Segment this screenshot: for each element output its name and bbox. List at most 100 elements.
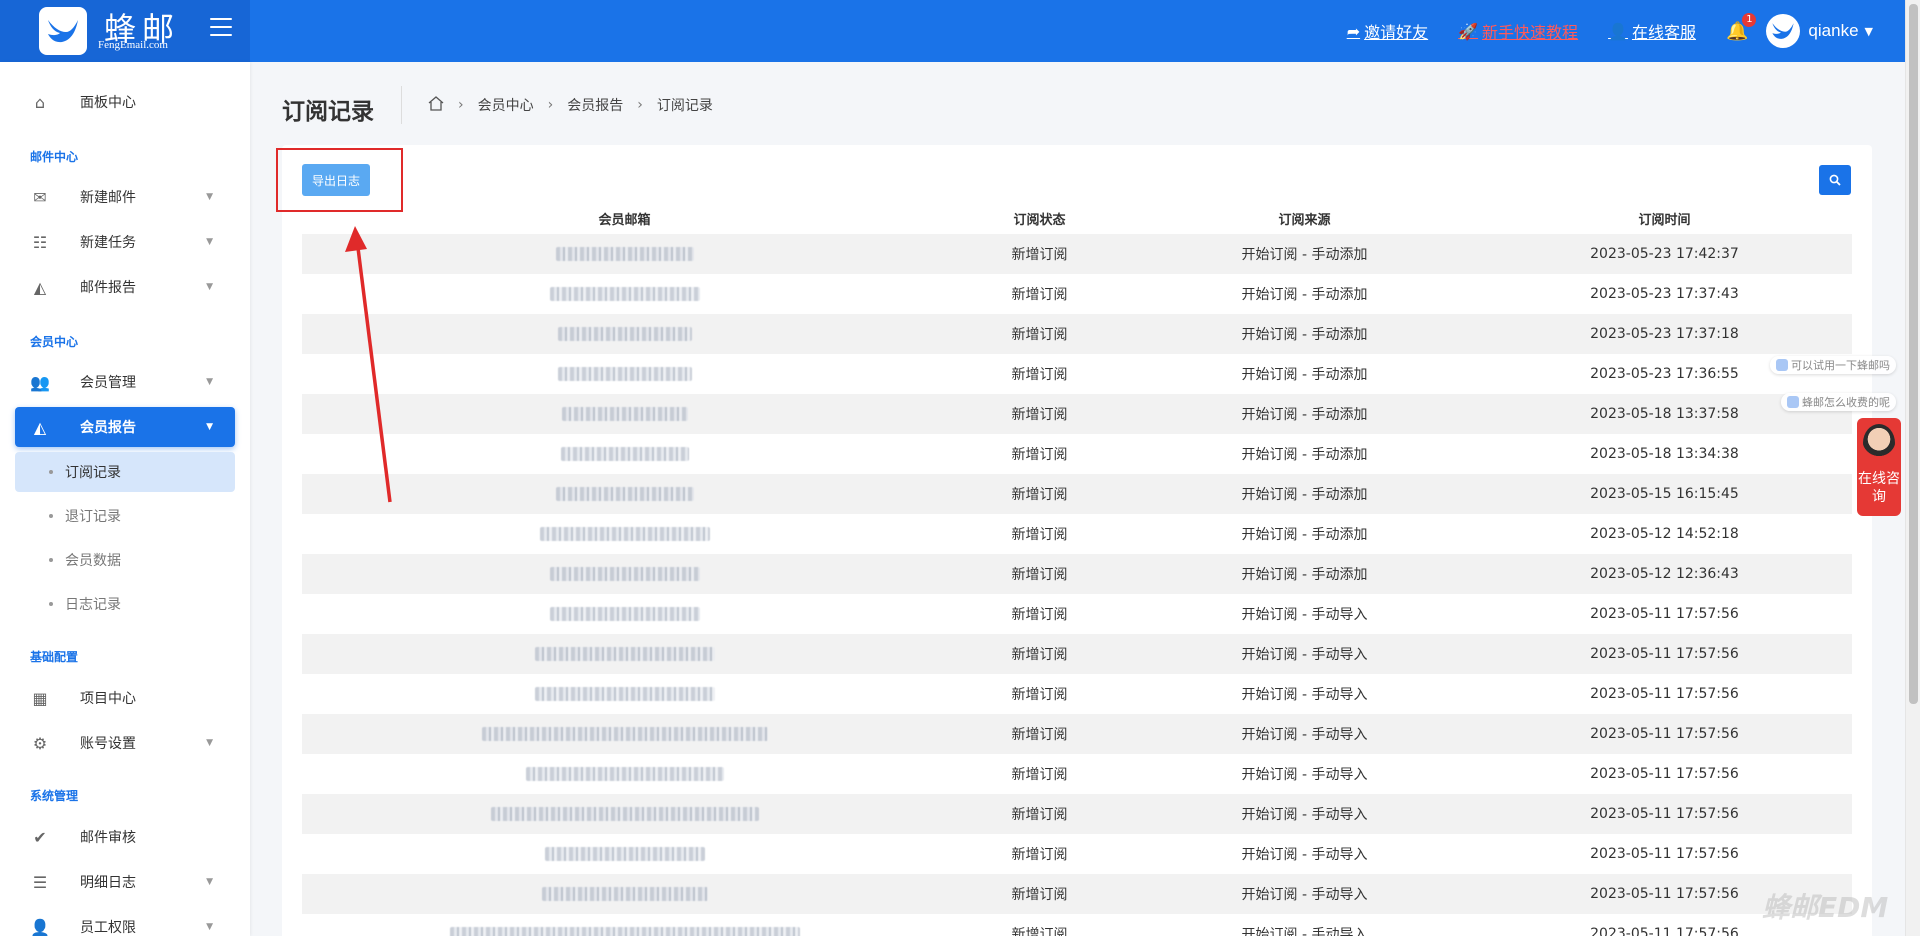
search-icon xyxy=(1829,174,1841,186)
quick-question-pricing[interactable]: 蜂邮怎么收费的呢 xyxy=(1781,393,1896,411)
cell-time: 2023-05-11 17:57:56 xyxy=(1590,806,1739,822)
table-row: 新增订阅 开始订阅 - 手动导入 2023-05-11 17:57:56 xyxy=(302,794,1852,834)
cell-source: 开始订阅 - 手动导入 xyxy=(1241,847,1368,863)
cell-source: 开始订阅 - 手动导入 xyxy=(1241,727,1368,743)
table-row: 新增订阅 开始订阅 - 手动添加 2023-05-23 17:37:18 xyxy=(302,314,1852,354)
subscription-table: 会员邮箱 订阅状态 订阅来源 订阅时间 新增订阅 开始订阅 - 手动添加 2023-… xyxy=(302,202,1852,936)
share-icon: ➦ xyxy=(1346,21,1361,41)
scrollbar-thumb[interactable] xyxy=(1909,4,1918,704)
quick-question-trial[interactable]: 可以试用一下蜂邮吗 xyxy=(1770,356,1896,374)
sidebar-item-member-report[interactable]: ◭ 会员报告 ▼ xyxy=(15,407,235,447)
table-row: 新增订阅 开始订阅 - 手动添加 2023-05-12 14:52:18 xyxy=(302,514,1852,554)
cell-status: 新增订阅 xyxy=(1011,727,1068,743)
section-system-manage: 系统管理 xyxy=(30,789,79,803)
column-header-status[interactable]: 订阅状态 xyxy=(947,209,1132,228)
breadcrumb-item[interactable]: 会员报告 xyxy=(567,95,623,115)
cell-status: 新增订阅 xyxy=(1011,487,1068,503)
list-ul-icon: ☰ xyxy=(32,872,48,892)
sidebar-item-new-mail[interactable]: ✉ 新建邮件 ▼ xyxy=(15,177,235,217)
cell-status: 新增订阅 xyxy=(1011,567,1068,583)
chevron-right-icon: › xyxy=(637,97,643,113)
table-row: 新增订阅 开始订阅 - 手动添加 2023-05-18 13:37:58 xyxy=(302,394,1852,434)
area-chart-icon: ◭ xyxy=(33,417,47,437)
sidebar-item-mail-review[interactable]: ✔ 邮件审核 xyxy=(15,817,235,857)
column-header-time[interactable]: 订阅时间 xyxy=(1477,209,1852,228)
user-icon: 👤 xyxy=(1608,21,1628,41)
double-check-icon: ✔ xyxy=(33,827,47,847)
online-support-link[interactable]: 👤 在线客服 xyxy=(1608,19,1696,43)
redacted-email xyxy=(549,567,700,581)
section-base-config: 基础配置 xyxy=(30,650,79,664)
redacted-email xyxy=(557,327,692,341)
chat-icon xyxy=(1787,396,1799,408)
column-header-source[interactable]: 订阅来源 xyxy=(1132,209,1477,228)
online-consult-widget[interactable]: 在线咨询 xyxy=(1857,418,1901,516)
cell-time: 2023-05-12 12:36:43 xyxy=(1590,566,1739,582)
sidebar-item-member-manage[interactable]: 👥 会员管理 ▼ xyxy=(15,362,235,402)
sidebar-subitem-member-data[interactable]: 会员数据 xyxy=(15,540,235,580)
cell-email xyxy=(302,767,947,781)
cell-email xyxy=(302,487,947,501)
sidebar-item-label: 明细日志 xyxy=(80,875,136,891)
cell-email xyxy=(302,247,947,261)
cell-status: 新增订阅 xyxy=(1011,447,1068,463)
agent-avatar xyxy=(1863,424,1895,462)
cell-email xyxy=(302,287,947,301)
section-member-center: 会员中心 xyxy=(30,335,79,349)
users-icon: 👥 xyxy=(30,372,50,392)
table-row: 新增订阅 开始订阅 - 手动导入 2023-05-11 17:57:56 xyxy=(302,914,1852,936)
caret-down-icon: ▼ xyxy=(206,377,213,387)
invite-friends-link[interactable]: ➦ 邀请好友 xyxy=(1347,19,1428,43)
sidebar-subitem-label: 订阅记录 xyxy=(65,465,121,481)
cell-time: 2023-05-15 16:15:45 xyxy=(1590,486,1739,502)
sidebar-item-dashboard[interactable]: ⌂ 面板中心 xyxy=(15,82,235,122)
table-row: 新增订阅 开始订阅 - 手动导入 2023-05-11 17:57:56 xyxy=(302,754,1852,794)
cell-email xyxy=(302,567,947,581)
brand-subtitle: FengEmail.com xyxy=(98,39,168,51)
sidebar-subitem-log[interactable]: 日志记录 xyxy=(15,584,235,624)
sidebar-item-staff-permission[interactable]: 👤 员工权限 ▼ xyxy=(15,907,235,936)
sidebar-subitem-unsubscribe[interactable]: 退订记录 xyxy=(15,496,235,536)
caret-down-icon: ▼ xyxy=(206,738,213,748)
chat-icon xyxy=(1776,359,1788,371)
rocket-icon: 🚀 xyxy=(1458,21,1479,41)
sidebar-item-label: 面板中心 xyxy=(80,95,136,111)
table-row: 新增订阅 开始订阅 - 手动添加 2023-05-23 17:42:37 xyxy=(302,234,1852,274)
sidebar-item-project-center[interactable]: ▦ 项目中心 xyxy=(15,678,235,718)
sidebar-item-new-task[interactable]: ☷ 新建任务 ▼ xyxy=(15,222,235,262)
sidebar-item-detail-log[interactable]: ☰ 明细日志 ▼ xyxy=(15,862,235,902)
list-icon: ☷ xyxy=(32,232,48,252)
search-button[interactable] xyxy=(1819,165,1851,195)
home-icon[interactable] xyxy=(428,95,444,115)
cell-email xyxy=(302,727,947,741)
cell-email xyxy=(302,847,947,861)
cell-status: 新增订阅 xyxy=(1011,647,1068,663)
sidebar-item-mail-report[interactable]: ◭ 邮件报告 ▼ xyxy=(15,267,235,307)
notification-badge: 1 xyxy=(1742,12,1757,27)
cell-source: 开始订阅 - 手动导入 xyxy=(1241,647,1368,663)
column-header-email[interactable]: 会员邮箱 xyxy=(302,209,947,228)
table-row: 新增订阅 开始订阅 - 手动添加 2023-05-12 12:36:43 xyxy=(302,554,1852,594)
table-row: 新增订阅 开始订阅 - 手动导入 2023-05-11 17:57:56 xyxy=(302,634,1852,674)
cell-source: 开始订阅 - 手动导入 xyxy=(1241,927,1368,936)
online-consult-label: 在线咨询 xyxy=(1858,471,1900,505)
avatar[interactable] xyxy=(1766,14,1801,48)
redacted-email xyxy=(557,367,692,381)
cell-email xyxy=(302,887,947,901)
username[interactable]: qianke xyxy=(1808,21,1858,41)
sidebar-item-label: 新建任务 xyxy=(80,235,136,251)
chevron-down-icon[interactable]: ▼ xyxy=(1865,25,1873,38)
sidebar-subitem-subscribe[interactable]: 订阅记录 xyxy=(15,452,235,492)
user-lock-icon: 👤 xyxy=(30,917,50,936)
breadcrumb-item[interactable]: 会员中心 xyxy=(478,95,534,115)
cell-source: 开始订阅 - 手动导入 xyxy=(1241,687,1368,703)
cell-time: 2023-05-11 17:57:56 xyxy=(1590,766,1739,782)
menu-toggle-icon[interactable] xyxy=(210,18,232,38)
chevron-right-icon: › xyxy=(547,97,554,113)
caret-down-icon: ▼ xyxy=(206,422,213,432)
notification-bell-icon[interactable]: 🔔 1 xyxy=(1726,12,1757,42)
cell-status: 新增订阅 xyxy=(1011,327,1068,343)
page-scrollbar[interactable] xyxy=(1905,0,1920,936)
tutorial-link[interactable]: 🚀 新手快速教程 xyxy=(1458,19,1578,43)
sidebar-item-account-settings[interactable]: ⚙ 账号设置 ▼ xyxy=(15,723,235,763)
